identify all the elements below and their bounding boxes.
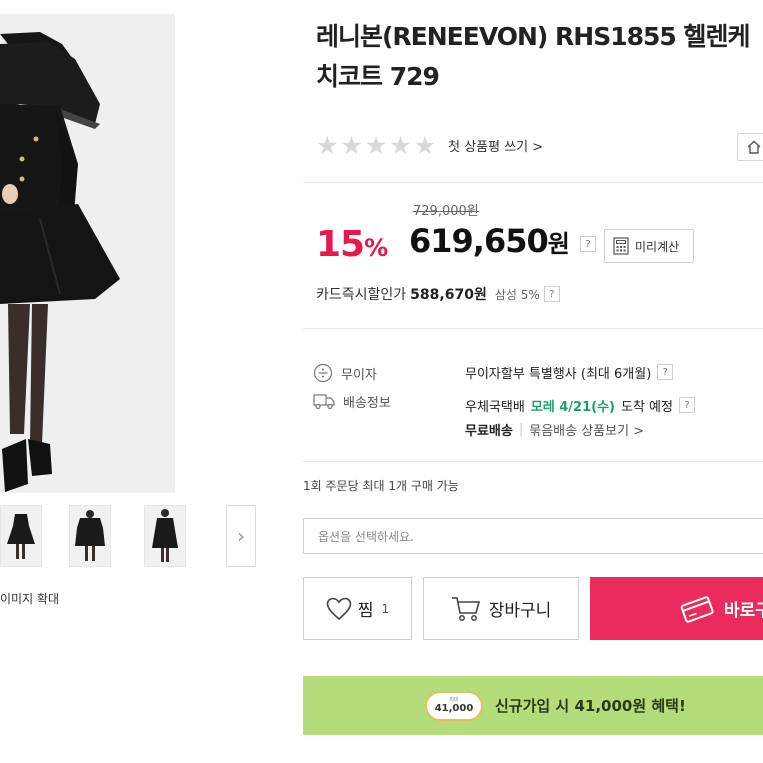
divider [303,182,763,183]
divider [303,328,763,329]
star-icon: ★ [316,130,339,160]
card-discount-label: 카드즉시할인가 [316,287,407,303]
rating-stars: ★ ★ ★ ★ ★ [316,133,436,158]
option-select[interactable]: 옵션을 선택하세요. [303,518,763,554]
buy-now-button[interactable]: 바로구매 [590,577,763,640]
price-calculator-button[interactable]: 미리계산 [604,229,694,263]
star-icon: ★ [364,130,388,160]
card-discount-price: 588,670원 [410,287,487,303]
thumbnail-next-button[interactable]: › [226,505,256,567]
discount-unit: % [364,234,388,262]
star-icon: ★ [413,130,437,160]
product-title-line2: 치코트 729 [316,62,440,91]
purchase-limit-text: 1회 주문당 최대 1개 구매 가능 [303,479,459,493]
courier-name: 우체국택배 [465,399,525,415]
discount-number: 15 [316,224,365,265]
calculator-icon [613,237,629,255]
card-icon [680,596,714,623]
write-review-link[interactable]: 첫 상품평 쓰기 > [448,136,543,155]
delivery-help-icon[interactable]: ? [678,397,695,413]
delivery-row: 우체국택배 모레 4/21(수) 도착 예정 ? [465,393,695,417]
delivery-label-row: 배송정보 [313,388,391,414]
promo-text: 신규가입 시 41,000원 혜택! [495,697,686,715]
info-values: 무이자할부 특별행사 (최대 6개월) ? 우체국택배 모레 4/21(수) 도… [465,360,695,441]
heart-icon [326,597,352,620]
buy-now-label: 바로구매 [724,601,763,621]
signup-promo-banner[interactable]: 최대 41,000 신규가입 시 41,000원 혜택! [303,676,763,735]
home-icon [747,140,761,154]
rating-row: ★ ★ ★ ★ ★ 첫 상품평 쓰기 > [316,131,543,159]
thumbnail-3[interactable] [144,505,186,567]
cart-label: 장바구니 [488,601,552,621]
sale-price-unit: 원 [547,230,570,258]
card-discount-row: 카드즉시할인가 588,670원 삼성 5% ? [316,284,560,304]
price-calculator-label: 미리계산 [635,239,680,254]
wishlist-label: 찜 [357,601,374,621]
wishlist-count: 1 [381,601,390,616]
arrival-suffix: 도착 예정 [621,399,673,415]
thumbnail-2[interactable] [69,505,111,567]
shipping-fee-row: 무료배송 | 묶음배송 상품보기 > [465,417,695,441]
arrival-date: 모레 4/21(수) [530,399,615,415]
interest-help-icon[interactable]: ? [657,364,674,380]
wishlist-button[interactable]: 찜 1 [303,577,412,640]
star-icon: ★ [340,130,363,160]
option-select-placeholder: 옵션을 선택하세요. [318,529,414,544]
bundle-shipping-link[interactable]: 묶음배송 상품보기 > [529,420,644,439]
interest-free-text: 무이자할부 특별행사 (최대 6개월) [465,366,652,382]
sale-price: 619,650원 [409,222,570,260]
star-icon: ★ [389,130,412,160]
cart-icon [451,596,480,621]
free-shipping-label: 무료배송 [465,423,513,439]
main-product-image[interactable] [0,14,175,493]
card-help-icon[interactable]: ? [543,286,560,302]
image-zoom-label[interactable]: 이미지 확대 [0,590,59,607]
info-labels: 무이자 배송정보 [313,360,391,414]
chevron-right-icon: › [237,524,245,548]
card-name: 삼성 5% [494,287,540,302]
sale-price-number: 619,650 [409,222,549,260]
coin-badge-amount: 41,000 [434,703,474,714]
add-to-cart-button[interactable]: 장바구니 [423,577,579,640]
thumbnail-strip: › [0,505,256,567]
store-button[interactable] [737,133,763,161]
interest-free-label-row: 무이자 [313,360,391,386]
delivery-label: 배송정보 [343,395,391,411]
truck-icon [313,394,335,410]
thumbnail-1[interactable] [0,505,42,567]
price-help-icon[interactable]: ? [580,236,596,252]
divide-icon [313,363,333,383]
divider [303,461,763,462]
interest-free-label: 무이자 [341,367,377,383]
product-title: 레니본(RENEEVON) RHS1855 헬렌케 치코트 729 [316,17,763,97]
product-title-line1: 레니본(RENEEVON) RHS1855 헬렌케 [316,22,751,51]
separator: | [518,421,524,437]
interest-free-row: 무이자할부 특별행사 (최대 6개월) ? [465,360,695,384]
original-price: 729,000원 [413,204,479,219]
coin-badge: 최대 41,000 [425,691,483,721]
discount-rate: 15% [316,224,388,265]
